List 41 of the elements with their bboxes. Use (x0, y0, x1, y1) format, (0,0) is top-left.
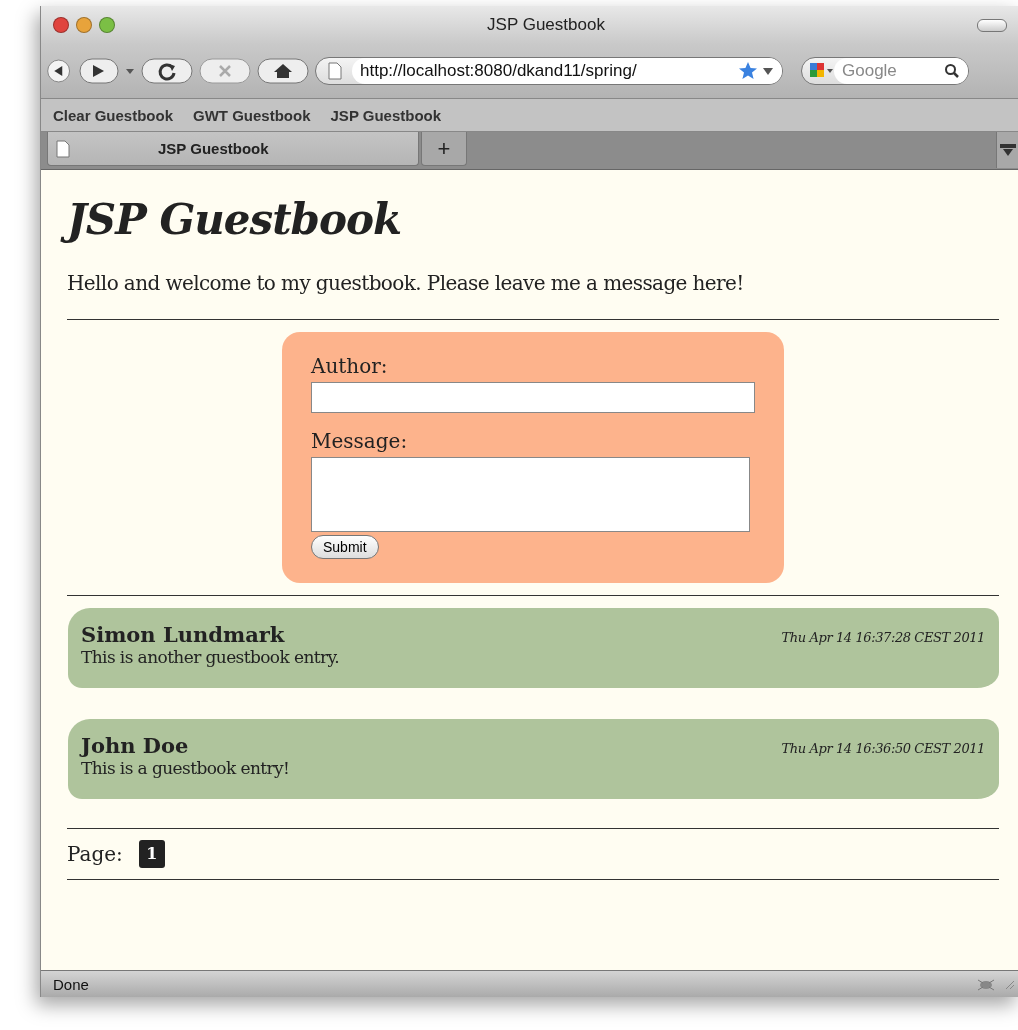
entry-message: This is another guestbook entry. (81, 646, 341, 667)
reload-button[interactable] (141, 58, 193, 84)
entry-author: Simon Lundmark (81, 621, 285, 647)
tab-list-icon[interactable] (996, 132, 1018, 168)
bookmark-star-icon[interactable] (738, 61, 758, 81)
close-icon[interactable] (53, 17, 69, 33)
zoom-icon[interactable] (99, 17, 115, 33)
minimize-icon[interactable] (76, 17, 92, 33)
address-bar[interactable]: http://localhost:8080/dkand11/spring/ (315, 57, 783, 85)
forward-button[interactable] (79, 58, 119, 84)
entry-date: Thu Apr 14 16:36:50 CEST 2011 (781, 740, 985, 756)
resize-grip-icon[interactable] (1003, 978, 1015, 990)
window-title: JSP Guestbook (486, 15, 606, 35)
dropdown-caret-icon[interactable] (762, 66, 774, 76)
page-icon[interactable] (328, 62, 342, 80)
toolbar-toggle-icon[interactable] (977, 18, 1007, 32)
new-tab-button[interactable]: + (421, 132, 467, 166)
entry-date: Thu Apr 14 16:37:28 CEST 2011 (781, 629, 985, 645)
bookmark-link[interactable]: JSP Guestbook (330, 106, 442, 124)
page-heading: JSP Guestbook (61, 192, 410, 249)
entry-message: This is a guestbook entry! (81, 757, 291, 778)
entry-author: John Doe (81, 732, 189, 758)
status-text: Done (53, 975, 90, 993)
history-caret-icon[interactable] (125, 67, 135, 75)
message-field[interactable] (311, 456, 750, 532)
browser-tab[interactable]: JSP Guestbook (47, 132, 419, 166)
intro-text: Hello and welcome to my guestbook. Please leave me a message here! (67, 270, 745, 295)
bookmark-link[interactable]: Clear Guestbook (53, 106, 174, 124)
field-label: Message: (311, 428, 409, 453)
search-field[interactable]: Google (801, 57, 969, 85)
search-icon[interactable] (944, 63, 960, 79)
page-label: Page: (67, 841, 123, 866)
page-icon (56, 139, 70, 158)
page-number[interactable]: 1 (138, 839, 165, 868)
submit-button[interactable]: Submit (311, 534, 379, 559)
bookmark-link[interactable]: GWT Guestbook (193, 106, 311, 124)
home-button[interactable] (257, 58, 309, 84)
url-text: http://localhost:8080/dkand11/spring/ (360, 61, 638, 81)
search-placeholder: Google (842, 61, 897, 81)
author-field[interactable] (311, 381, 755, 413)
field-label: Author: (311, 353, 389, 378)
